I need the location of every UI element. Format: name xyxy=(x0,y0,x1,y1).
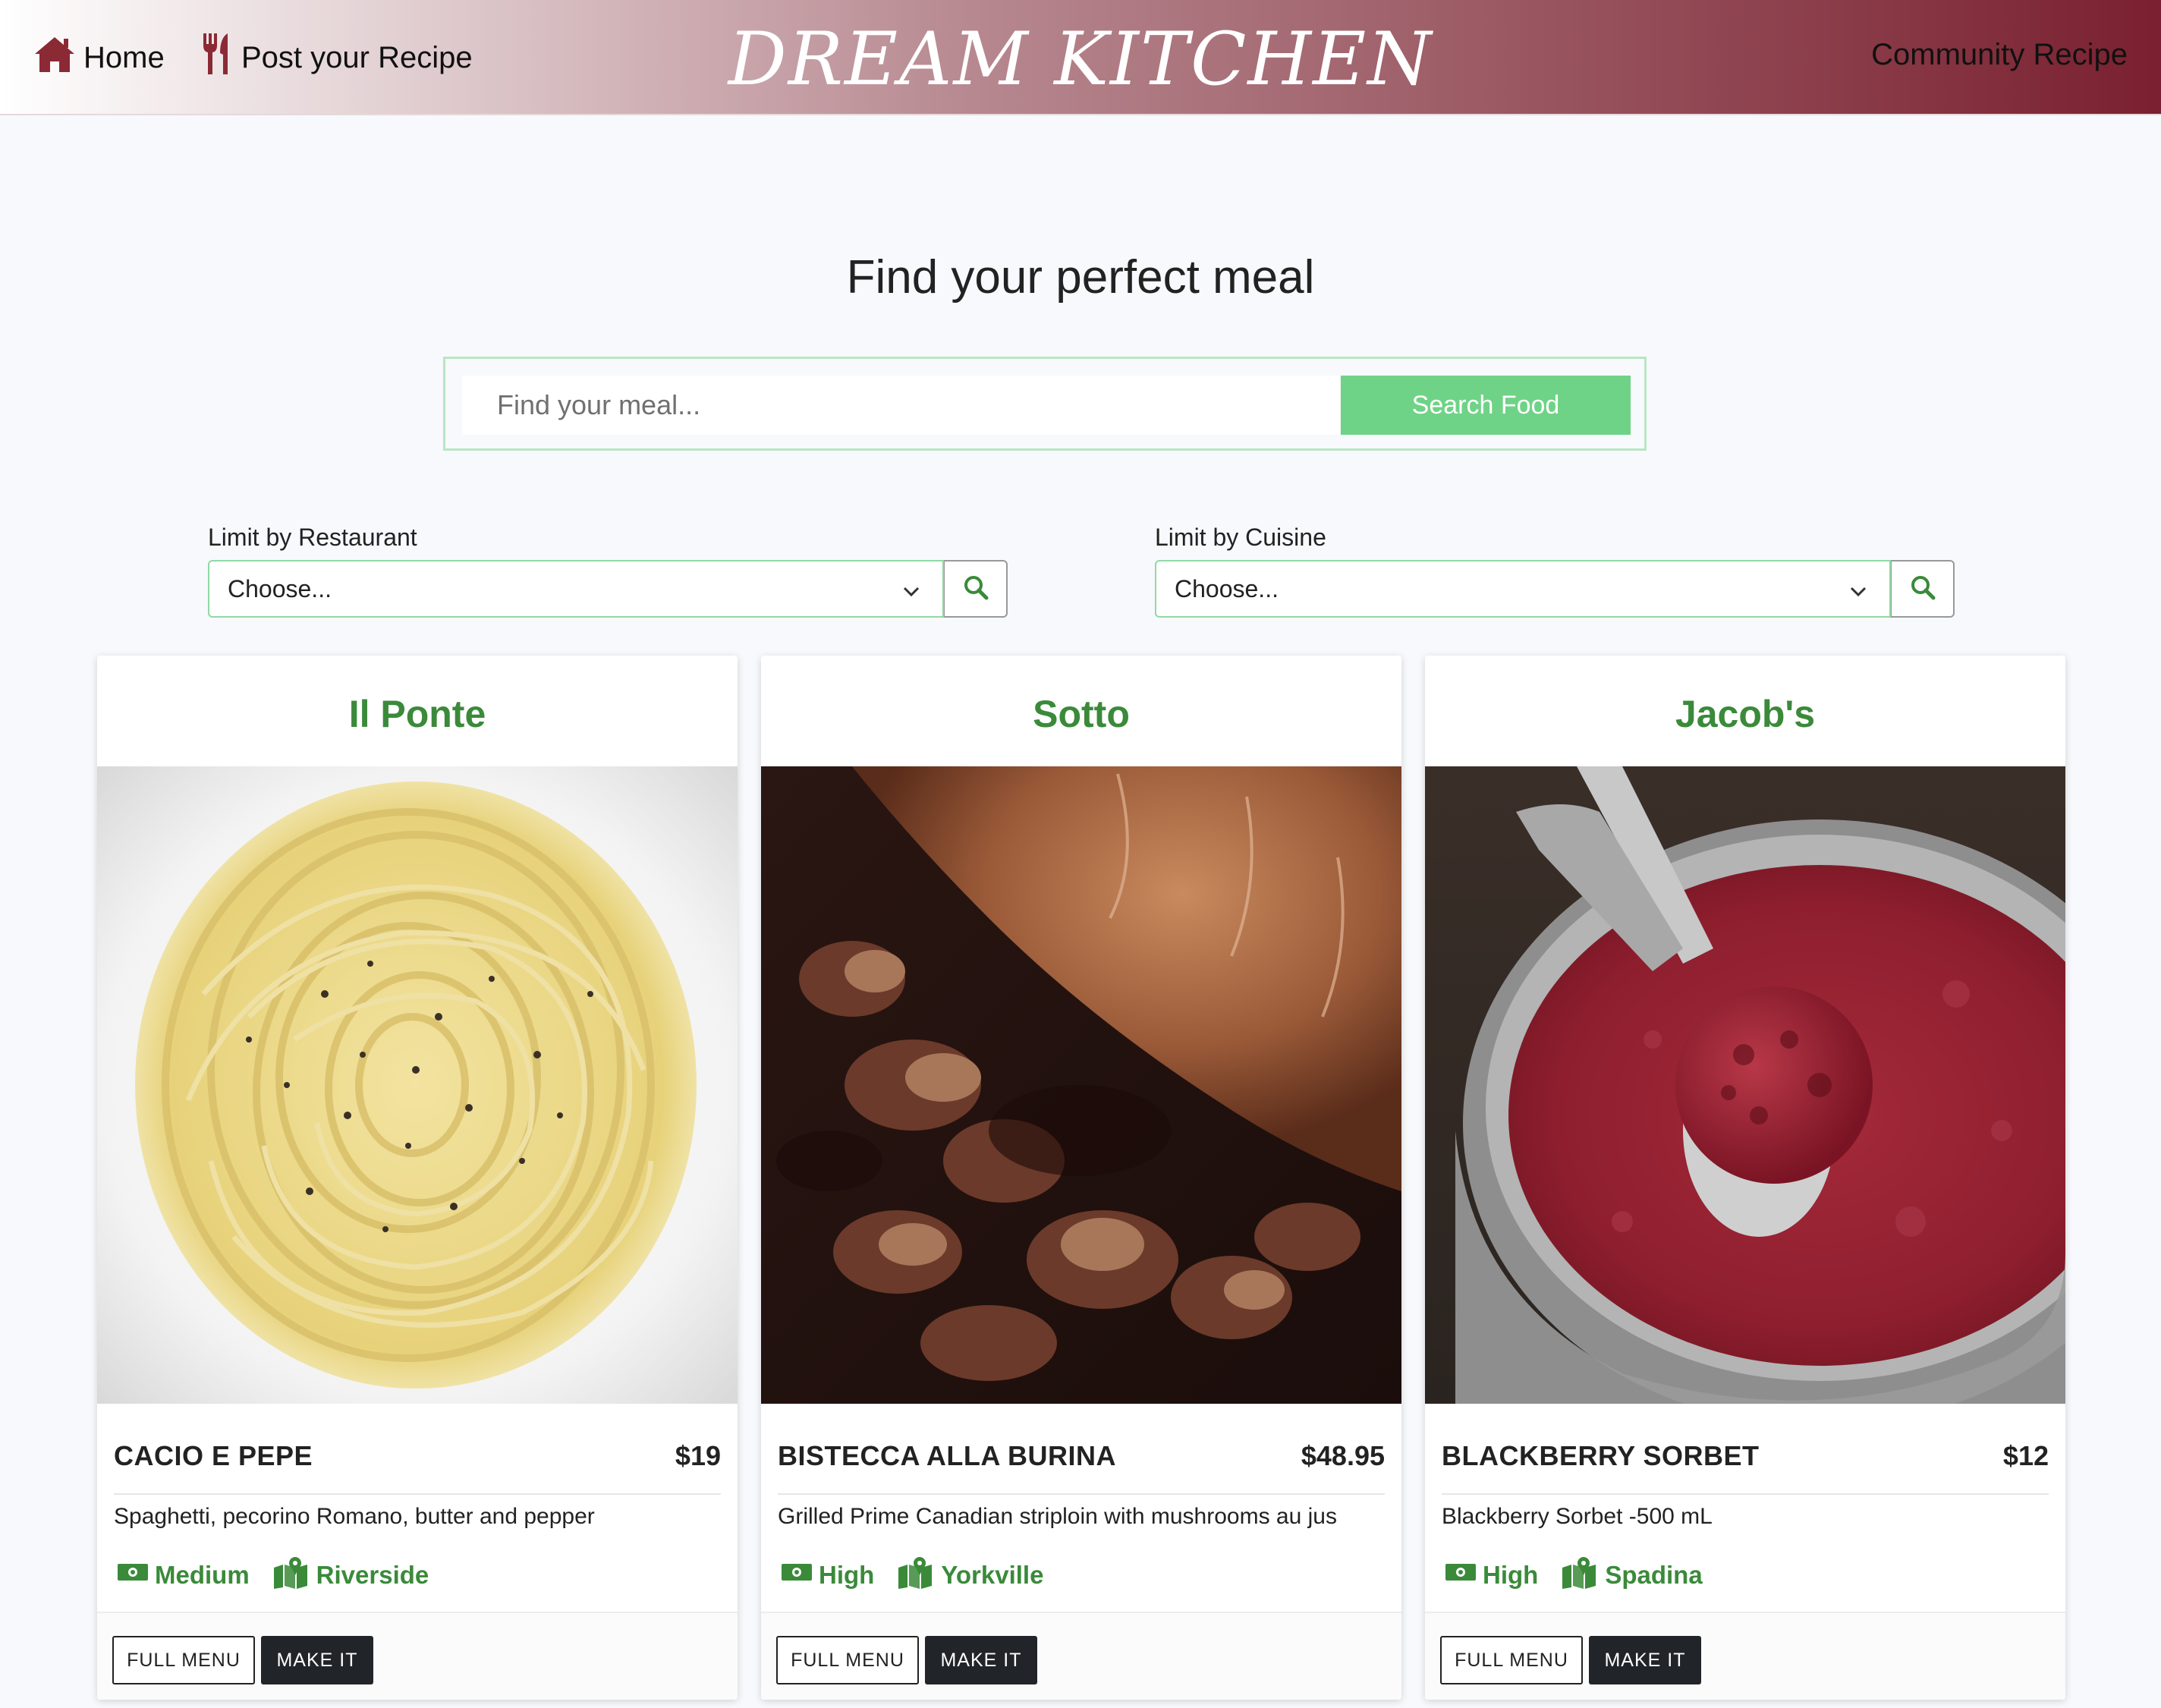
restaurant-search-button[interactable] xyxy=(944,560,1008,618)
chevron-down-icon xyxy=(1848,580,1868,608)
dish-tags: High Yorkville xyxy=(781,1555,1066,1595)
dish-price: $12 xyxy=(2002,1440,2049,1471)
map-marker-icon xyxy=(272,1555,316,1595)
dish-price: $19 xyxy=(675,1440,721,1471)
dish-name: BISTECCA ALLA BURINA xyxy=(778,1440,1116,1471)
location-tag: Spadina xyxy=(1561,1555,1703,1595)
nav-post-label: Post your Recipe xyxy=(241,40,473,74)
search-input[interactable] xyxy=(462,376,1339,435)
make-it-button[interactable]: MAKE IT xyxy=(1589,1636,1701,1684)
bistecca-photo xyxy=(761,766,1401,1404)
dish-tags: Medium Riverside xyxy=(117,1555,451,1595)
card-footer: FULL MENU MAKE IT xyxy=(761,1612,1401,1700)
restaurant-name[interactable]: Il Ponte xyxy=(97,692,738,736)
nav-home-link[interactable]: Home xyxy=(32,33,165,82)
restaurant-filter-label: Limit by Restaurant xyxy=(208,524,417,551)
search-form: Search Food xyxy=(443,357,1647,451)
price-level-tag: Medium xyxy=(117,1561,250,1590)
money-icon xyxy=(117,1561,155,1590)
cuisine-search-button[interactable] xyxy=(1891,560,1955,618)
restaurant-select-value: Choose... xyxy=(228,574,332,602)
cuisine-select[interactable]: Choose... xyxy=(1155,560,1891,618)
search-icon xyxy=(962,574,989,605)
money-icon xyxy=(781,1561,819,1590)
map-marker-icon xyxy=(1561,1555,1605,1595)
meal-card: Sotto BISTECCA ALLA BURINA $48.95 Grille… xyxy=(761,656,1401,1700)
location-tag: Yorkville xyxy=(897,1555,1043,1595)
divider xyxy=(114,1493,721,1495)
location-text: Riverside xyxy=(316,1561,429,1589)
nav-post-recipe-link[interactable]: Post your Recipe xyxy=(200,33,473,82)
dish-name: CACIO E PEPE xyxy=(114,1440,313,1471)
price-level-text: High xyxy=(819,1561,875,1589)
dish-price: $48.95 xyxy=(1301,1440,1385,1471)
dish-description: Blackberry Sorbet -500 mL xyxy=(1442,1504,1713,1529)
blackberry-sorbet-photo xyxy=(1425,766,2065,1404)
nav-home-label: Home xyxy=(83,40,165,74)
full-menu-button[interactable]: FULL MENU xyxy=(112,1636,255,1684)
search-food-button[interactable]: Search Food xyxy=(1341,376,1631,435)
price-level-tag: High xyxy=(781,1561,874,1590)
divider xyxy=(1442,1493,2049,1495)
restaurant-filter: Limit by Restaurant Choose... xyxy=(208,524,1008,618)
card-footer: FULL MENU MAKE IT xyxy=(1425,1612,2065,1700)
location-tag: Riverside xyxy=(272,1555,429,1595)
restaurant-name[interactable]: Sotto xyxy=(761,692,1401,736)
utensils-icon xyxy=(200,32,241,83)
make-it-button[interactable]: MAKE IT xyxy=(925,1636,1037,1684)
location-text: Yorkville xyxy=(941,1561,1044,1589)
cuisine-filter: Limit by Cuisine Choose... xyxy=(1155,524,1955,618)
price-level-text: High xyxy=(1483,1561,1539,1589)
restaurant-select[interactable]: Choose... xyxy=(208,560,944,618)
search-icon xyxy=(1909,574,1936,605)
chevron-down-icon xyxy=(901,580,921,608)
cuisine-filter-label: Limit by Cuisine xyxy=(1155,524,1326,551)
location-text: Spadina xyxy=(1605,1561,1703,1589)
restaurant-name[interactable]: Jacob's xyxy=(1425,692,2065,736)
map-marker-icon xyxy=(897,1555,941,1595)
money-icon xyxy=(1445,1561,1483,1590)
dish-description: Spaghetti, pecorino Romano, butter and p… xyxy=(114,1504,595,1529)
price-level-tag: High xyxy=(1445,1561,1538,1590)
nav-community-link[interactable]: Community Recipe xyxy=(1871,38,2128,72)
full-menu-button[interactable]: FULL MENU xyxy=(776,1636,919,1684)
full-menu-button[interactable]: FULL MENU xyxy=(1440,1636,1583,1684)
make-it-button[interactable]: MAKE IT xyxy=(261,1636,373,1684)
dish-description: Grilled Prime Canadian striploin with mu… xyxy=(778,1504,1337,1529)
card-footer: FULL MENU MAKE IT xyxy=(97,1612,738,1700)
cuisine-select-value: Choose... xyxy=(1175,574,1279,602)
page-title: Find your perfect meal xyxy=(846,251,1315,304)
dish-name: BLACKBERRY SORBET xyxy=(1442,1440,1760,1471)
price-level-text: Medium xyxy=(155,1561,250,1589)
navbar: Home Post your Recipe DREAM KITCHEN Comm… xyxy=(0,0,2161,115)
meal-card: Il Ponte CACIO E PEPE $19 Spaghetti, pec… xyxy=(97,656,738,1700)
cacio-e-pepe-photo xyxy=(97,766,738,1404)
meal-card: Jacob's BLACKBERRY SORBET $12 Blackberry… xyxy=(1425,656,2065,1700)
home-icon xyxy=(32,34,83,81)
dish-tags: High Spadina xyxy=(1445,1555,1725,1595)
divider xyxy=(778,1493,1385,1495)
